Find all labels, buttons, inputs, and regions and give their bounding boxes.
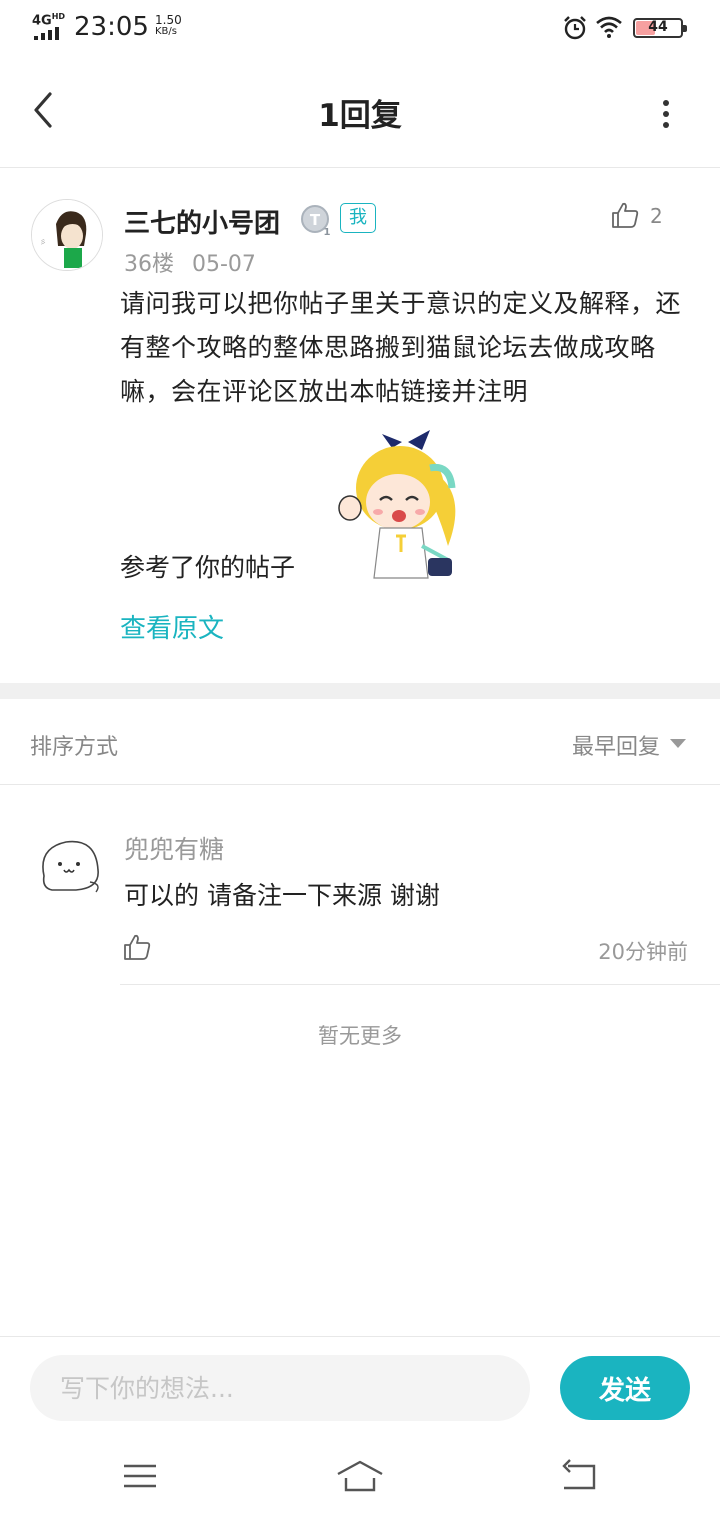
post-meta: 36楼 05-07 <box>124 246 256 278</box>
home-icon[interactable] <box>336 1456 384 1496</box>
wifi-icon <box>596 16 622 38</box>
me-badge: 我 <box>340 203 376 233</box>
menu-icon[interactable] <box>116 1456 164 1496</box>
status-bar: 4GHD 23:05 1.50 KB/s 44 <box>0 0 720 58</box>
back-nav-icon[interactable] <box>556 1456 604 1496</box>
svg-text:T: T <box>310 211 321 229</box>
send-button[interactable]: 发送 <box>560 1356 690 1420</box>
post-like-button[interactable]: 2 <box>610 200 680 234</box>
signal-bars-icon <box>34 27 64 40</box>
author-avatar[interactable]: 彡 <box>31 199 103 271</box>
sort-selected-value: 最早回复 <box>571 735 660 760</box>
author-name[interactable]: 三七的小号团 <box>124 203 280 240</box>
top-nav: 1回复 <box>0 58 720 168</box>
alarm-icon <box>564 16 586 40</box>
svg-text:1: 1 <box>324 227 331 236</box>
reply-text: 可以的 请备注一下来源 谢谢 <box>124 881 440 910</box>
section-divider <box>0 683 720 699</box>
page-title: 1回复 <box>318 98 402 134</box>
view-original-link[interactable]: 查看原文 <box>120 608 224 645</box>
more-menu-button[interactable] <box>652 96 680 132</box>
post-content: 请问我可以把你帖子里关于意识的定义及解释，还有整个攻略的整体思路搬到猫鼠论坛去做… <box>120 289 682 406</box>
svg-text:彡: 彡 <box>40 239 46 246</box>
anime-sticker-image <box>338 430 456 579</box>
reply-time: 20分钟前 <box>598 940 688 964</box>
reply-item: 兜兜有糖 可以的 请备注一下来源 谢谢 20分钟前 <box>0 786 720 986</box>
floor-number: 36楼 <box>124 252 174 277</box>
sort-bar: 排序方式 最早回复 <box>0 699 720 785</box>
speed-value: 1.50 <box>155 13 182 27</box>
reply-author-avatar[interactable] <box>36 836 102 896</box>
reply-divider <box>120 984 720 985</box>
reply-author-name[interactable]: 兜兜有糖 <box>124 830 224 866</box>
battery-level: 44 <box>648 19 668 35</box>
clock: 23:05 <box>74 12 149 42</box>
sort-dropdown[interactable]: 最早回复 <box>572 729 686 761</box>
system-nav-bar <box>0 1436 720 1520</box>
signal-indicator: 4GHD <box>32 12 68 42</box>
battery-icon: 44 <box>633 18 687 38</box>
comment-input[interactable] <box>30 1355 530 1421</box>
network-hd: HD <box>51 12 66 21</box>
level-badge-icon: T 1 <box>301 205 331 236</box>
comment-bar: 发送 <box>0 1336 720 1436</box>
caret-down-icon <box>670 739 686 748</box>
reply-like-thumbs-up-icon[interactable] <box>122 932 152 962</box>
no-more-text: 暂无更多 <box>318 1024 402 1048</box>
thumbs-up-icon <box>612 202 639 228</box>
network-speed: 1.50 KB/s <box>155 14 195 38</box>
post-content-tail: 参考了你的帖子 <box>120 553 296 582</box>
like-count: 2 <box>650 204 663 228</box>
network-type: 4G <box>32 13 52 29</box>
sort-label: 排序方式 <box>30 735 119 760</box>
avatar-image: 彡 <box>32 200 102 270</box>
speed-unit: KB/s <box>155 26 177 37</box>
original-post: 彡 三七的小号团 T 1 我 2 36楼 05-07 请问我可以把你帖子里关于意识… <box>0 168 720 683</box>
post-date: 05-07 <box>192 252 256 277</box>
